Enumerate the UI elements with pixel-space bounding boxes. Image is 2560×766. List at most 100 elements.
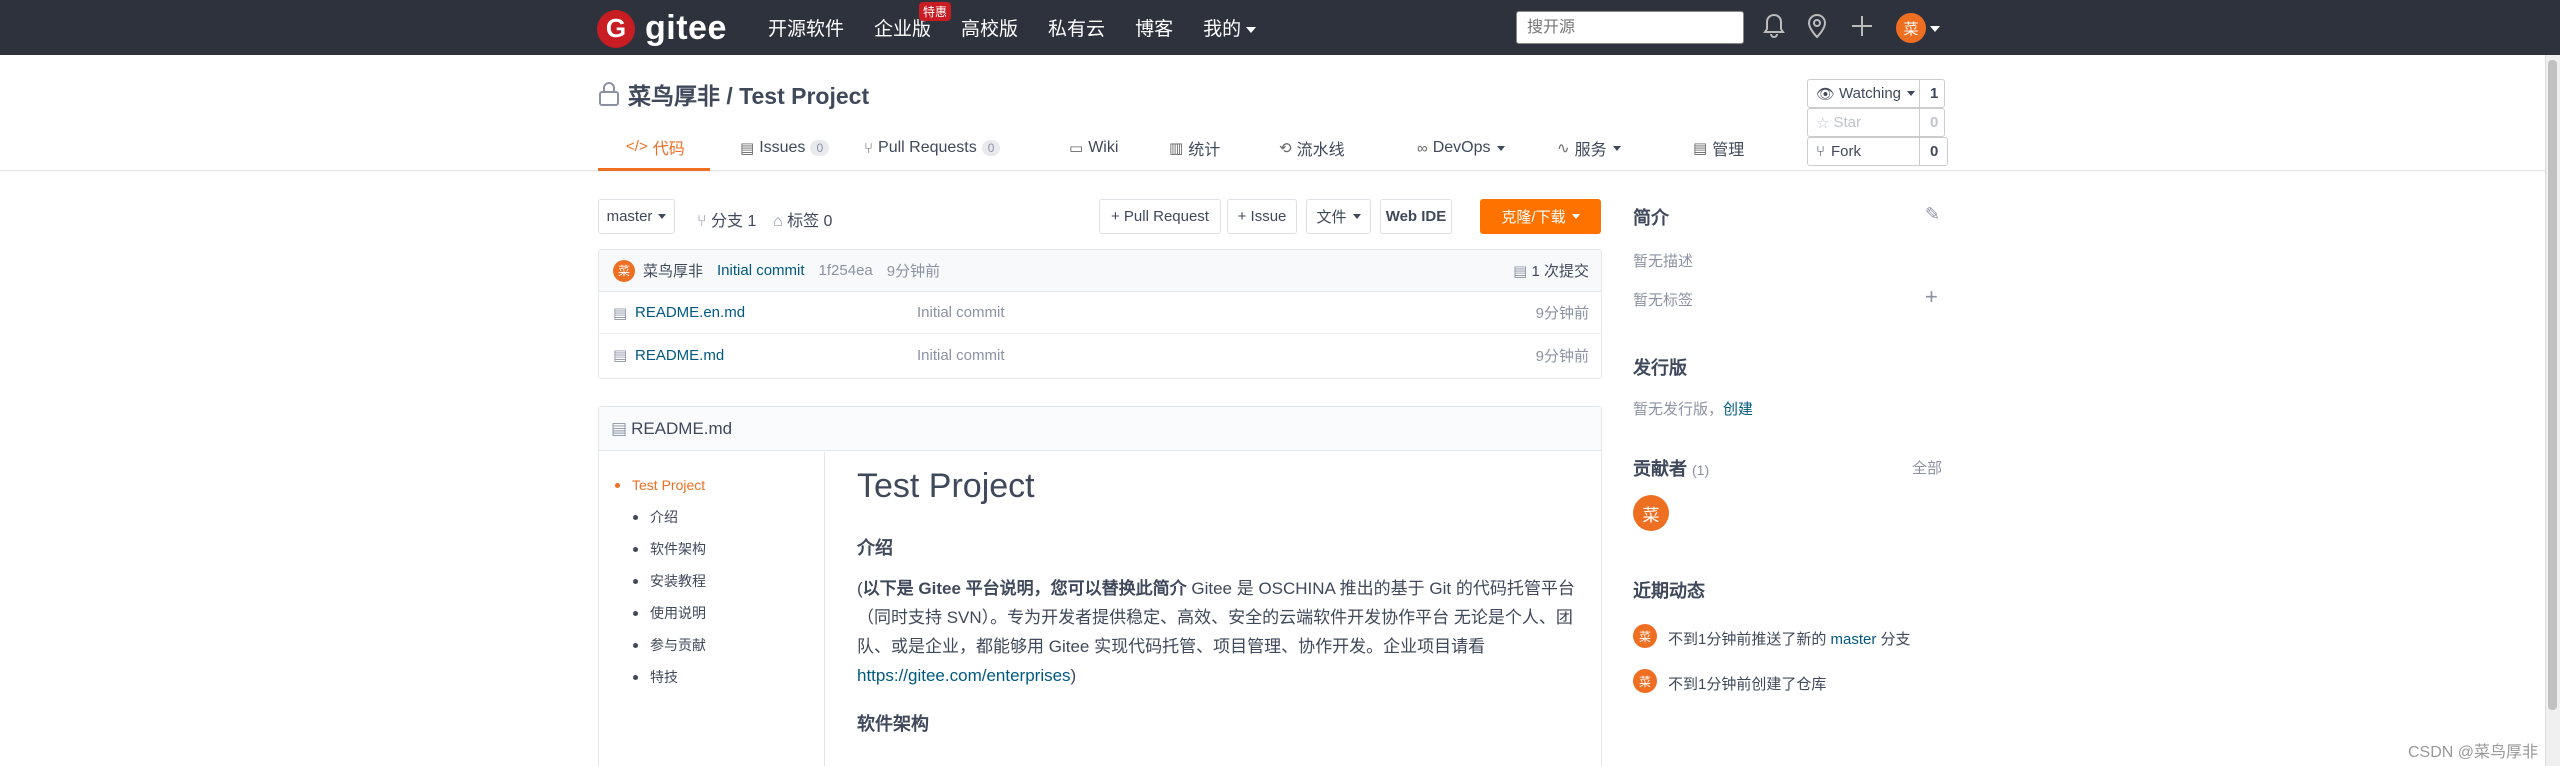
lock-icon: [599, 82, 619, 106]
readme-content: Test Project 介绍 (以下是 Gitee 平台说明，您可以替换此简介…: [857, 467, 1577, 750]
avatar[interactable]: 菜: [1633, 669, 1657, 693]
toc-label: Test Project: [632, 477, 706, 493]
toc-item[interactable]: 参与贡献: [599, 629, 824, 661]
user-avatar[interactable]: 菜: [1896, 13, 1926, 43]
bullet-icon: [633, 578, 638, 584]
tab-services-label: 服务: [1574, 142, 1607, 159]
nav-link-opensource[interactable]: 开源软件: [768, 14, 844, 41]
create-release-link[interactable]: 创建: [1723, 401, 1753, 418]
table-row[interactable]: ▤ README.en.md Initial commit 9分钟前: [599, 292, 1601, 334]
gitee-logo[interactable]: G gitee: [597, 9, 727, 48]
fork-count: 0: [1930, 143, 1939, 160]
tab-issues[interactable]: ▤ Issues 0: [710, 125, 856, 171]
tab-stats[interactable]: ▥ 统计: [1163, 125, 1273, 171]
location-icon[interactable]: [1806, 13, 1828, 46]
new-pull-request-button[interactable]: + Pull Request: [1099, 199, 1221, 234]
clone-download-button[interactable]: 克隆/下载: [1480, 199, 1601, 234]
repo-title-text[interactable]: 菜鸟厚非 / Test Project: [628, 77, 869, 111]
chevron-down-icon[interactable]: [1930, 26, 1940, 32]
search-input[interactable]: [1516, 11, 1744, 44]
file-name[interactable]: README.en.md: [635, 304, 745, 321]
bell-icon[interactable]: [1763, 13, 1785, 46]
tab-manage[interactable]: ▤ 管理: [1693, 125, 1773, 171]
tab-services[interactable]: ∿ 服务: [1557, 125, 1693, 171]
bullet-icon: [633, 610, 638, 616]
wiki-icon: ▭: [1069, 140, 1084, 157]
readme-toc: Test Project 介绍 软件架构 安装教程 使用说明 参与贡献 特技: [599, 452, 825, 766]
tags-link[interactable]: ⌂ 标签 0: [773, 207, 832, 231]
star-button[interactable]: ☆ Star 0: [1807, 108, 1945, 137]
readme-filename: README.md: [631, 418, 733, 438]
readme-intro-paragraph: (以下是 Gitee 平台说明，您可以替换此简介 Gitee 是 OSCHINA…: [857, 579, 1575, 685]
fork-label: Fork: [1831, 143, 1862, 160]
table-row[interactable]: ▤ README.md Initial commit 9分钟前: [599, 334, 1601, 376]
toc-item[interactable]: 介绍: [599, 501, 824, 533]
toc-item[interactable]: 特技: [599, 661, 824, 693]
readme-title: Test Project: [857, 467, 1035, 505]
toc-item[interactable]: 软件架构: [599, 533, 824, 565]
stats-icon: ▥: [1169, 140, 1184, 157]
commit-hash[interactable]: 1f254ea: [819, 262, 873, 279]
promo-badge: 特惠: [919, 2, 952, 21]
nav-link-enterprise[interactable]: 企业版 特惠: [874, 2, 952, 41]
fork-button[interactable]: ⑂ Fork 0: [1807, 137, 1948, 166]
file-name[interactable]: README.md: [635, 347, 724, 364]
tab-devops[interactable]: ∞ DevOps: [1403, 125, 1557, 171]
web-ide-button[interactable]: Web IDE: [1380, 199, 1452, 234]
all-contributors-link[interactable]: 全部: [1912, 457, 1942, 478]
toc-item[interactable]: 安装教程: [599, 565, 824, 597]
nav-link-mine[interactable]: 我的: [1203, 14, 1256, 41]
nav-links: 开源软件 企业版 特惠 高校版 私有云 博客 我的: [768, 0, 1286, 55]
file-menu-button[interactable]: 文件: [1306, 199, 1371, 234]
file-commit-message[interactable]: Initial commit: [917, 347, 1005, 364]
branch-select[interactable]: master: [598, 199, 675, 234]
new-issue-button[interactable]: + Issue: [1227, 199, 1297, 234]
commit-author[interactable]: 菜鸟厚非: [643, 260, 703, 281]
repo-tabs: </> 代码 ▤ Issues 0 ⑂ Pull Requests 0 ▭ Wiki ▥ 统计…: [598, 125, 1773, 171]
pipeline-icon: ⟲: [1279, 140, 1292, 157]
tab-code[interactable]: </> 代码: [598, 125, 710, 171]
avatar[interactable]: 菜: [1633, 624, 1657, 648]
readme-header: ▤ README.md: [599, 407, 1601, 451]
tab-code-label: 代码: [652, 140, 685, 158]
nav-link-blog[interactable]: 博客: [1135, 14, 1173, 41]
tag-icon: ⌂: [773, 213, 788, 230]
repo-title: 菜鸟厚非 / Test Project: [598, 77, 869, 111]
tab-wiki[interactable]: ▭ Wiki: [1053, 125, 1163, 171]
branches-link[interactable]: ⑂ 分支 1: [697, 207, 756, 231]
activity-branch-link[interactable]: master: [1831, 631, 1877, 648]
tab-pull-requests[interactable]: ⑂ Pull Requests 0: [856, 125, 1053, 171]
scrollbar-thumb[interactable]: [2548, 60, 2557, 710]
contributor-avatar[interactable]: 菜: [1633, 495, 1669, 531]
activity-text-suffix: 分支: [1876, 631, 1911, 648]
enterprises-link[interactable]: https://gitee.com/enterprises: [857, 666, 1071, 685]
services-icon: ∿: [1557, 140, 1570, 157]
tab-issues-count: 0: [810, 140, 830, 156]
code-icon: </>: [626, 138, 648, 155]
toc-item[interactable]: Test Project: [599, 469, 824, 501]
file-time: 9分钟前: [1535, 305, 1589, 322]
top-nav: G gitee 开源软件 企业版特惠 高校版 私有云 博客 我的 菜: [0, 0, 2560, 55]
add-tag-icon[interactable]: +: [1925, 284, 1938, 310]
edit-icon[interactable]: ✎: [1925, 204, 1940, 225]
tab-pipeline[interactable]: ⟲ 流水线: [1273, 125, 1403, 171]
readme-heading-intro: 介绍: [857, 538, 893, 558]
tab-devops-label: DevOps: [1432, 139, 1491, 156]
watch-button[interactable]: 👁 Watching 1: [1807, 79, 1945, 108]
nav-link-private-cloud[interactable]: 私有云: [1048, 14, 1105, 41]
toc-item[interactable]: 使用说明: [599, 597, 824, 629]
file-icon: ▤: [611, 418, 628, 438]
file-time: 9分钟前: [1535, 347, 1589, 365]
commit-message[interactable]: Initial commit: [717, 262, 805, 279]
commit-count-link[interactable]: ▤ 1 次提交: [1513, 260, 1589, 281]
tab-pull-requests-label: Pull Requests: [878, 139, 977, 156]
contributors-label: 贡献者: [1633, 459, 1687, 479]
nav-link-education[interactable]: 高校版: [961, 14, 1018, 41]
activity-item: 不到1分钟前创建了仓库: [1668, 676, 1827, 693]
bullet-icon: [633, 546, 638, 552]
branches-count: 分支 1: [711, 213, 757, 230]
file-commit-message[interactable]: Initial commit: [917, 304, 1005, 321]
avatar[interactable]: 菜: [613, 259, 635, 282]
plus-icon[interactable]: [1850, 13, 1874, 46]
tab-pipeline-label: 流水线: [1296, 142, 1345, 159]
